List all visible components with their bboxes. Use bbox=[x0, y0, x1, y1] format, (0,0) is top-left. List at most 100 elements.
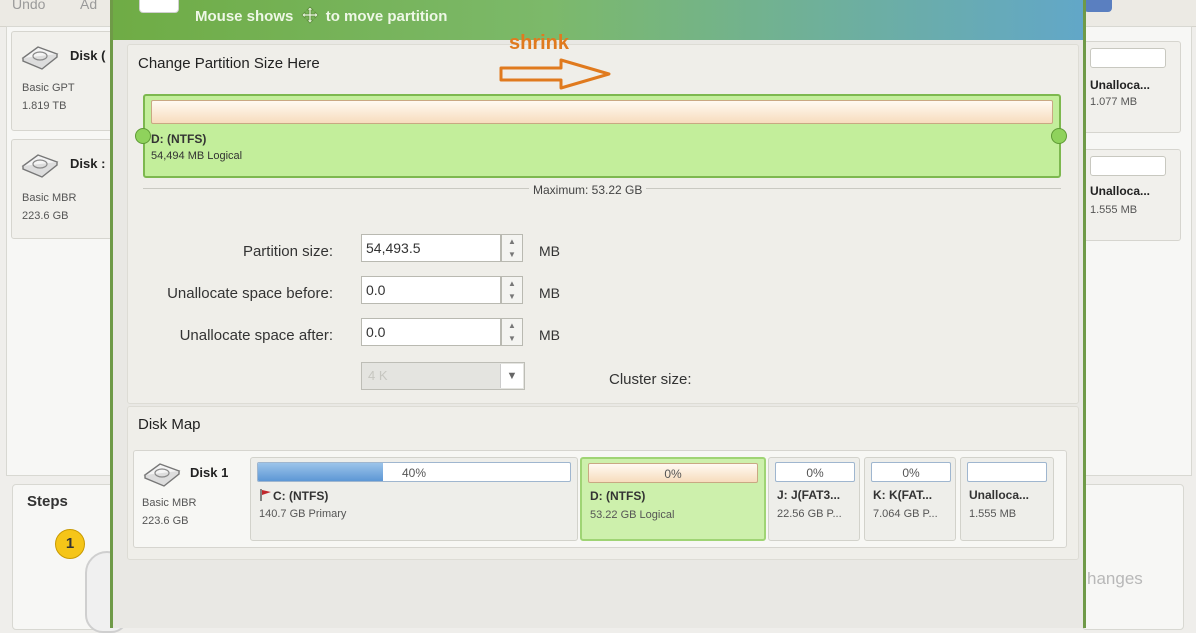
disk-name: Disk : bbox=[70, 156, 106, 171]
hard-disk-icon bbox=[21, 154, 59, 178]
disk-map-row: Disk 1 Basic MBR 223.6 GB 40% C: (NTFS) … bbox=[133, 450, 1067, 548]
usage-bar bbox=[1090, 156, 1166, 176]
partition-usage-bar bbox=[151, 100, 1053, 124]
move-cursor-icon bbox=[300, 6, 320, 25]
partition-info: 22.56 GB P... bbox=[777, 508, 842, 520]
chevron-up-icon[interactable]: ▲ bbox=[502, 319, 522, 332]
partition-size: 1.077 MB bbox=[1090, 96, 1138, 108]
disk-size: 223.6 GB bbox=[142, 515, 189, 527]
partition-name: C: (NTFS) bbox=[259, 488, 328, 503]
steps-panel: Steps 1 bbox=[12, 484, 129, 633]
resize-partition-dialog: Mouse shows to move partition Change Par… bbox=[110, 0, 1086, 628]
partition-name: J: J(FAT3... bbox=[777, 488, 841, 502]
shrink-annotation: shrink bbox=[509, 32, 570, 54]
disk-list-left: Disk ( Basic GPT 1.819 TB Disk : Basic M… bbox=[6, 26, 117, 476]
partition-info: 53.22 GB Logical bbox=[590, 509, 675, 521]
space-after-input[interactable] bbox=[361, 318, 501, 346]
shrink-arrow-icon bbox=[499, 58, 611, 90]
partition-card[interactable]: Unalloca... 1.077 MB bbox=[1083, 41, 1181, 133]
toolbar-button[interactable]: Ad bbox=[80, 0, 97, 12]
chevron-up-icon[interactable]: ▲ bbox=[502, 277, 522, 290]
space-after-label: Unallocate space after: bbox=[179, 327, 333, 344]
disk-name: Disk 1 bbox=[190, 465, 229, 480]
partition-block-k[interactable]: 0% K: K(FAT... 7.064 GB P... bbox=[864, 457, 956, 541]
usage-percent: 0% bbox=[664, 467, 682, 481]
step-number-badge: 1 bbox=[55, 529, 85, 559]
steps-title: Steps bbox=[27, 493, 68, 510]
left-resize-handle[interactable] bbox=[135, 128, 151, 144]
partition-label: Unalloca... bbox=[1090, 78, 1151, 92]
partition-name: D: (NTFS) bbox=[151, 132, 207, 146]
usage-bar: 40% bbox=[257, 462, 571, 482]
usage-percent: 40% bbox=[401, 466, 427, 480]
unit-label: MB bbox=[539, 243, 560, 259]
partition-size: 1.555 MB bbox=[1090, 204, 1138, 216]
disk-type: Basic GPT bbox=[22, 82, 75, 94]
partition-block-c[interactable]: 40% C: (NTFS) 140.7 GB Primary bbox=[250, 457, 578, 541]
space-after-stepper[interactable]: ▲ ▼ bbox=[501, 318, 523, 346]
cluster-size-label: Cluster size: bbox=[609, 371, 692, 388]
usage-percent: 0% bbox=[902, 466, 920, 480]
partition-label: Unalloca... bbox=[1090, 184, 1151, 198]
dialog-header: Mouse shows to move partition bbox=[113, 0, 1083, 40]
hint-text-before: Mouse shows bbox=[195, 8, 294, 25]
partition-info: 140.7 GB Primary bbox=[259, 508, 347, 520]
section-title: Change Partition Size Here bbox=[138, 55, 320, 72]
chevron-down-icon[interactable]: ▼ bbox=[502, 332, 522, 345]
usage-bar: 0% bbox=[588, 463, 758, 483]
partition-info: 1.555 MB bbox=[969, 508, 1017, 520]
flag-icon bbox=[260, 489, 271, 501]
partition-name: K: K(FAT... bbox=[873, 488, 933, 502]
usage-bar bbox=[967, 462, 1047, 482]
partition-info: 54,494 MB Logical bbox=[151, 150, 243, 162]
unit-label: MB bbox=[539, 285, 560, 301]
usage-fill bbox=[258, 463, 383, 481]
usage-bar: 0% bbox=[871, 462, 951, 482]
disk-type: Basic MBR bbox=[22, 192, 77, 204]
disk-type: Basic MBR bbox=[142, 497, 197, 509]
chevron-down-icon[interactable]: ▼ bbox=[500, 364, 523, 388]
disk-card[interactable]: Disk : Basic MBR 223.6 GB bbox=[11, 139, 117, 239]
undo-button[interactable]: Undo bbox=[12, 0, 45, 12]
partition-name: D: (NTFS) bbox=[590, 489, 646, 503]
space-before-stepper[interactable]: ▲ ▼ bbox=[501, 276, 523, 304]
space-before-input[interactable] bbox=[361, 276, 501, 304]
apply-changes-label: hanges bbox=[1087, 569, 1143, 588]
partition-size-label: Partition size: bbox=[242, 243, 333, 260]
unit-label: MB bbox=[539, 327, 560, 343]
chevron-down-icon[interactable]: ▼ bbox=[502, 290, 522, 303]
disk-size: 1.819 TB bbox=[22, 100, 67, 112]
usage-bar: 0% bbox=[775, 462, 855, 482]
dialog-app-icon bbox=[139, 0, 179, 13]
partition-block-unallocated[interactable]: Unalloca... 1.555 MB bbox=[960, 457, 1054, 541]
cluster-size-select[interactable]: 4 K ▼ bbox=[361, 362, 525, 390]
partition-info: 7.064 GB P... bbox=[873, 508, 938, 520]
cluster-size-value: 4 K bbox=[368, 368, 388, 383]
disk-card[interactable]: Disk ( Basic GPT 1.819 TB bbox=[11, 31, 117, 131]
partition-size-stepper[interactable]: ▲ ▼ bbox=[501, 234, 523, 262]
partition-size-input[interactable] bbox=[361, 234, 501, 262]
maximum-size-label: Maximum: 53.22 GB bbox=[529, 183, 647, 197]
apply-changes-panel[interactable]: hanges bbox=[1082, 484, 1184, 630]
hint-text-after: to move partition bbox=[325, 8, 448, 25]
usage-bar bbox=[1090, 48, 1166, 68]
partition-resize-bar[interactable]: D: (NTFS) 54,494 MB Logical bbox=[143, 94, 1061, 178]
disk-size: 223.6 GB bbox=[22, 210, 69, 222]
usage-percent: 0% bbox=[806, 466, 824, 480]
disk-map-title: Disk Map bbox=[138, 416, 201, 433]
partition-block-j[interactable]: 0% J: J(FAT3... 22.56 GB P... bbox=[768, 457, 860, 541]
disk-name: Disk ( bbox=[70, 48, 106, 63]
partition-name-text: C: (NTFS) bbox=[273, 489, 329, 503]
chevron-up-icon[interactable]: ▲ bbox=[502, 235, 522, 248]
hard-disk-icon bbox=[143, 463, 181, 487]
hard-disk-icon bbox=[21, 46, 59, 70]
chevron-down-icon[interactable]: ▼ bbox=[502, 248, 522, 261]
toolbar-blue-button[interactable] bbox=[1084, 0, 1112, 12]
partition-card[interactable]: Unalloca... 1.555 MB bbox=[1083, 149, 1181, 241]
space-before-label: Unallocate space before: bbox=[167, 285, 333, 302]
dialog-hint: Mouse shows to move partition bbox=[195, 6, 447, 25]
disk-list-right: Unalloca... 1.077 MB Unalloca... 1.555 M… bbox=[1082, 26, 1192, 476]
partition-name: Unalloca... bbox=[969, 488, 1030, 502]
right-resize-handle[interactable] bbox=[1051, 128, 1067, 144]
partition-block-d[interactable]: 0% D: (NTFS) 53.22 GB Logical bbox=[580, 457, 766, 541]
